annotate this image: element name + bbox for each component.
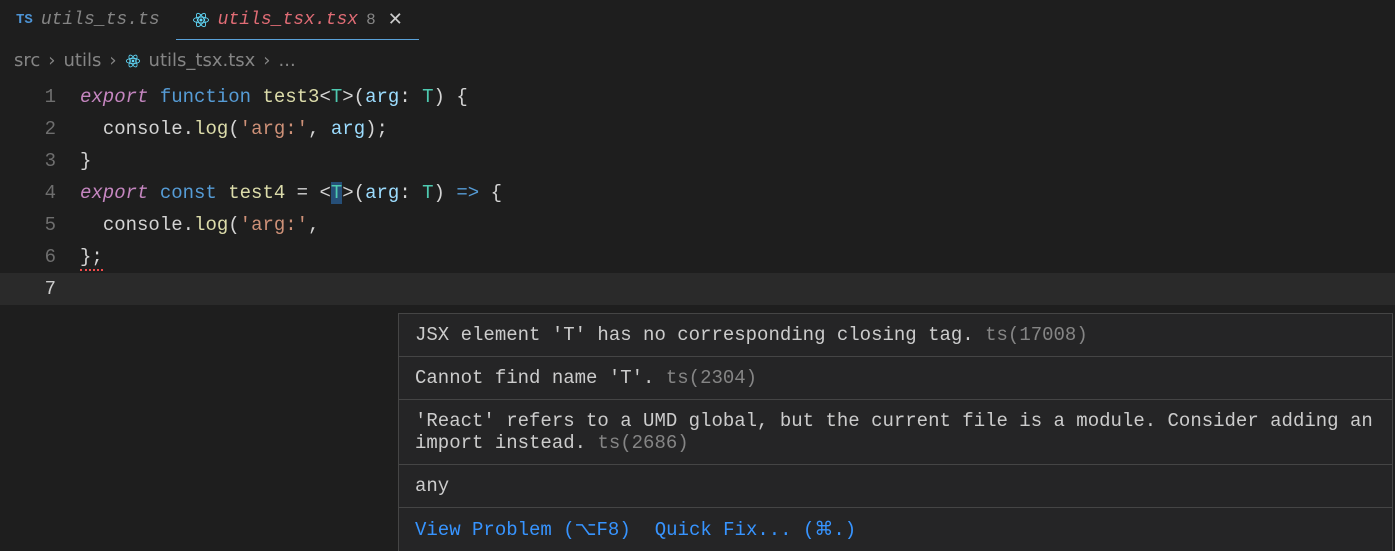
hover-widget: JSX element 'T' has no corresponding clo… <box>398 313 1393 551</box>
react-icon <box>125 53 141 69</box>
react-icon <box>192 11 210 29</box>
line-number: 4 <box>0 182 80 204</box>
breadcrumb[interactable]: src › utils › utils_tsx.tsx › ... <box>0 40 1395 81</box>
code-content: export const test4 = <T>(arg: T) => { <box>80 182 502 204</box>
error-message: Cannot find name 'T'. <box>415 367 654 389</box>
code-content: } <box>80 150 91 172</box>
type-info: any <box>415 475 449 497</box>
error-code: ts(17008) <box>985 324 1088 346</box>
view-problem-button[interactable]: View Problem (⌥F8) <box>415 518 631 541</box>
code-line[interactable]: 7 <box>0 273 1395 305</box>
breadcrumb-part[interactable]: utils <box>63 50 101 71</box>
line-number: 7 <box>0 278 80 300</box>
chevron-right-icon: › <box>48 50 55 71</box>
tab-utils-tsx[interactable]: utils_tsx.tsx 8 ✕ <box>176 0 419 39</box>
code-line[interactable]: 4 export const test4 = <T>(arg: T) => { <box>0 177 1395 209</box>
line-number: 1 <box>0 86 80 108</box>
error-code: ts(2304) <box>666 367 757 389</box>
close-icon[interactable]: ✕ <box>388 9 403 31</box>
tab-error-badge: 8 <box>366 11 376 29</box>
chevron-right-icon: › <box>109 50 116 71</box>
code-editor[interactable]: 1 export function test3<T>(arg: T) { 2 c… <box>0 81 1395 305</box>
tab-utils-ts[interactable]: TS utils_ts.ts <box>0 0 176 39</box>
code-content: }; <box>80 246 103 268</box>
hover-error: Cannot find name 'T'. ts(2304) <box>399 357 1392 400</box>
breadcrumb-part[interactable]: src <box>14 50 40 71</box>
code-content: export function test3<T>(arg: T) { <box>80 86 468 108</box>
code-content: console.log('arg:', <box>80 214 320 236</box>
error-message: JSX element 'T' has no corresponding clo… <box>415 324 974 346</box>
code-line[interactable]: 2 console.log('arg:', arg); <box>0 113 1395 145</box>
breadcrumb-part[interactable]: ... <box>279 50 296 71</box>
tab-label: utils_tsx.tsx <box>218 10 358 30</box>
typescript-icon: TS <box>16 12 33 28</box>
chevron-right-icon: › <box>263 50 270 71</box>
hover-type: any <box>399 465 1392 508</box>
hover-error: 'React' refers to a UMD global, but the … <box>399 400 1392 465</box>
line-number: 6 <box>0 246 80 268</box>
editor-tabs: TS utils_ts.ts utils_tsx.tsx 8 ✕ <box>0 0 1395 40</box>
code-line[interactable]: 5 console.log('arg:', <box>0 209 1395 241</box>
tab-label: utils_ts.ts <box>41 10 160 30</box>
line-number: 5 <box>0 214 80 236</box>
line-number: 3 <box>0 150 80 172</box>
code-content: console.log('arg:', arg); <box>80 118 388 140</box>
code-line[interactable]: 6 }; <box>0 241 1395 273</box>
hover-actions: View Problem (⌥F8) Quick Fix... (⌘.) <box>399 508 1392 551</box>
code-line[interactable]: 3 } <box>0 145 1395 177</box>
line-number: 2 <box>0 118 80 140</box>
error-message: 'React' refers to a UMD global, but the … <box>415 410 1373 454</box>
quick-fix-button[interactable]: Quick Fix... (⌘.) <box>655 518 856 541</box>
hover-error: JSX element 'T' has no corresponding clo… <box>399 314 1392 357</box>
code-line[interactable]: 1 export function test3<T>(arg: T) { <box>0 81 1395 113</box>
error-code: ts(2686) <box>597 432 688 454</box>
breadcrumb-part[interactable]: utils_tsx.tsx <box>149 50 256 71</box>
